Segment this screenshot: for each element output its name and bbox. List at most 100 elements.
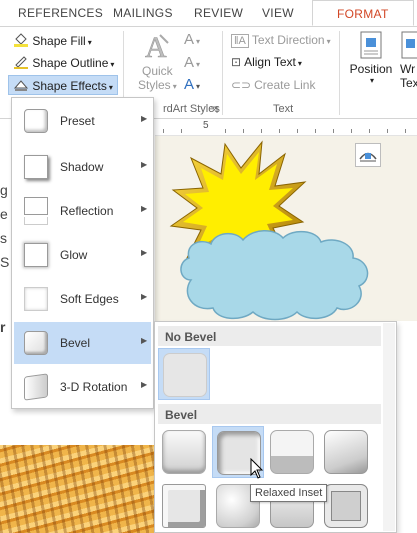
align-text-icon: ⊡: [231, 55, 242, 69]
document-text-fragment: r: [0, 319, 6, 335]
menu-item-preset[interactable]: Preset ▶: [14, 100, 151, 142]
paint-bucket-icon: [14, 33, 28, 47]
menu-item-label: 3-D Rotation: [60, 380, 128, 394]
menu-item-label: Soft Edges: [60, 292, 119, 306]
menu-item-label: Bevel: [60, 336, 91, 350]
mouse-pointer-icon: [250, 458, 264, 479]
text-direction-label: Text Direction: [251, 33, 325, 47]
text-group-label: Text: [273, 103, 294, 115]
align-text-label: Align Text: [244, 55, 296, 69]
group-divider: [339, 31, 340, 115]
chevron-right-icon: ▶: [141, 292, 148, 301]
bevel-option-cross[interactable]: [266, 426, 318, 478]
menu-item-shadow[interactable]: Shadow ▶: [14, 146, 151, 188]
tab-view[interactable]: VIEW: [262, 6, 294, 20]
chevron-right-icon: ▶: [141, 336, 148, 345]
chevron-down-icon: ▾: [369, 76, 374, 85]
text-fill-icon[interactable]: A ▾: [184, 31, 200, 48]
bevel-option-slope[interactable]: [320, 480, 372, 532]
text-outline-icon[interactable]: A ▾: [184, 54, 200, 71]
shape-fill-label: Shape Fill: [32, 34, 86, 48]
ribbon-tab-bar: REFERENCES MAILINGS REVIEW VIEW FORMAT: [0, 0, 417, 27]
dialog-launcher-icon[interactable]: [210, 106, 218, 114]
svg-text:A: A: [145, 31, 167, 61]
bevel-option-none[interactable]: [158, 348, 210, 400]
chevron-right-icon: ▶: [141, 380, 148, 389]
menu-item-label: Glow: [60, 248, 88, 262]
no-bevel-header: No Bevel: [158, 326, 381, 346]
reflection-icon: [24, 197, 48, 215]
tooltip: Relaxed Inset: [250, 484, 327, 502]
no-bevel-swatch: [163, 353, 207, 397]
corn-photo: [0, 445, 155, 533]
tab-format[interactable]: FORMAT: [312, 0, 414, 26]
document-text-fragment: g: [0, 182, 8, 198]
chevron-down-icon: ▾: [297, 59, 302, 68]
menu-item-soft-edges[interactable]: Soft Edges ▶: [14, 278, 151, 320]
group-divider: [222, 31, 223, 115]
chevron-down-icon: ▾: [326, 37, 331, 46]
bevel-header: Bevel: [158, 404, 381, 424]
shape-effects-icon: [13, 80, 29, 91]
menu-item-bevel[interactable]: Bevel ▶: [14, 322, 151, 364]
menu-item-3d-rotation[interactable]: 3-D Rotation ▶: [14, 366, 151, 408]
chevron-right-icon: ▶: [141, 160, 148, 169]
wrap-text-icon: [401, 31, 417, 59]
glow-icon: [24, 243, 48, 267]
cloud-shape[interactable]: [177, 228, 375, 322]
shape-fill-button[interactable]: Shape Fill ▾: [13, 33, 92, 48]
chevron-right-icon: ▶: [141, 204, 148, 213]
wrap-text-label: Wr: [400, 62, 416, 76]
create-link-button[interactable]: ⊂⊃ Create Link: [231, 78, 315, 92]
preset-icon: [24, 109, 48, 133]
ruler-number: 5: [203, 120, 209, 131]
position-icon: [360, 31, 382, 59]
tab-review[interactable]: REVIEW: [194, 6, 243, 20]
horizontal-ruler: 5: [155, 119, 417, 136]
wordart-a-icon: A: [145, 31, 170, 64]
text-direction-button[interactable]: ‖A Text Direction ▾: [231, 33, 331, 48]
shape-outline-button[interactable]: Shape Outline ▾: [13, 55, 114, 70]
chevron-down-icon: ▾: [110, 60, 115, 69]
position-button[interactable]: Position ▾: [349, 31, 393, 85]
menu-item-label: Reflection: [60, 204, 114, 218]
menu-item-reflection[interactable]: Reflection ▶: [14, 190, 151, 232]
quick-styles-label-2: Styles: [138, 78, 171, 92]
wrap-text-label-2: Tex: [400, 76, 417, 90]
bevel-icon: [24, 331, 48, 355]
quick-styles-button[interactable]: A Quick Styles ▾: [138, 31, 177, 92]
shadow-icon: [24, 155, 48, 179]
align-text-button[interactable]: ⊡ Align Text ▾: [231, 55, 302, 69]
gallery-scrollbar[interactable]: [383, 323, 395, 531]
document-text-fragment: S: [0, 254, 10, 270]
menu-item-glow[interactable]: Glow ▶: [14, 234, 151, 276]
document-text-fragment: s: [0, 230, 7, 246]
text-direction-icon: ‖A: [231, 34, 249, 48]
rotation-3d-icon: [24, 373, 48, 401]
bevel-option-circle[interactable]: [158, 426, 210, 478]
shape-effects-button[interactable]: Shape Effects ▾: [8, 75, 118, 95]
chevron-right-icon: ▶: [141, 114, 148, 123]
create-link-label: Create Link: [254, 78, 316, 92]
bevel-option-angle[interactable]: [158, 480, 210, 532]
pencil-icon: [14, 56, 28, 69]
tab-mailings[interactable]: MAILINGS: [113, 6, 173, 20]
bevel-option-cool-slant[interactable]: [320, 426, 372, 478]
chevron-down-icon: ▾: [172, 82, 177, 91]
menu-item-label: Preset: [60, 114, 95, 128]
shape-effects-content: Shape Effects ▾: [13, 78, 113, 93]
shape-effects-label: Shape Effects: [32, 79, 107, 93]
shape-outline-label: Shape Outline: [32, 56, 109, 70]
layout-options-icon[interactable]: [355, 143, 381, 167]
position-label: Position: [349, 62, 393, 76]
link-icon: ⊂⊃: [231, 78, 252, 92]
menu-item-label: Shadow: [60, 160, 104, 174]
quick-styles-label: Quick: [142, 64, 173, 78]
chevron-down-icon: ▾: [108, 83, 113, 92]
chevron-right-icon: ▶: [141, 248, 148, 257]
chevron-down-icon: ▾: [87, 38, 92, 47]
soft-edges-icon: [24, 287, 48, 311]
tab-references[interactable]: REFERENCES: [18, 6, 103, 20]
wrap-text-button[interactable]: Wr Tex: [400, 31, 417, 90]
text-effects-icon[interactable]: A ▾: [184, 76, 200, 93]
